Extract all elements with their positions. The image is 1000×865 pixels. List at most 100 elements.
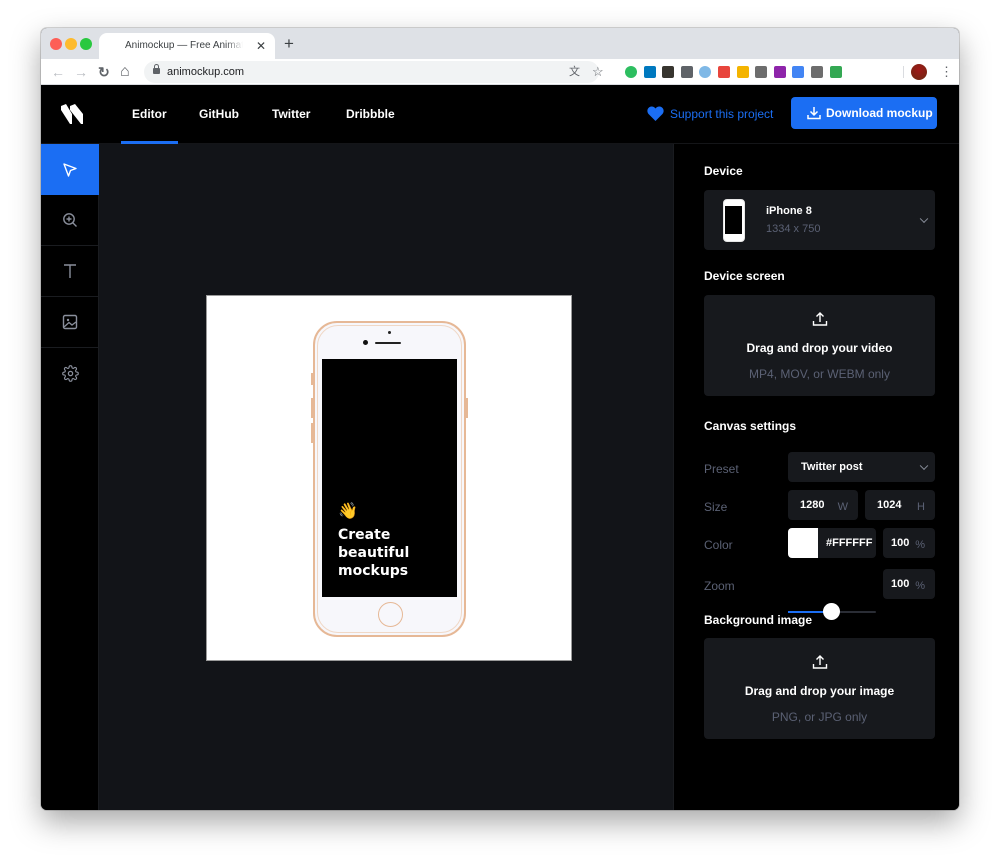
image-drop-formats: PNG, or JPG only bbox=[771, 710, 868, 724]
back-button[interactable]: ← bbox=[51, 62, 65, 82]
text-icon bbox=[64, 264, 76, 278]
google-translate-icon[interactable] bbox=[792, 66, 805, 78]
qr-code-icon[interactable] bbox=[755, 66, 768, 78]
nav-dribbble[interactable]: Dribbble bbox=[346, 85, 395, 144]
download-icon bbox=[807, 107, 821, 120]
upload-icon bbox=[812, 655, 828, 669]
pointer-icon bbox=[63, 162, 77, 177]
color-opacity-value: 100 bbox=[891, 537, 910, 549]
reload-button[interactable]: ↻ bbox=[98, 62, 110, 82]
tab-strip: Animockup — Free Animated Mockups ✕ + bbox=[41, 28, 959, 59]
toolbar-divider bbox=[903, 66, 904, 78]
nav-github[interactable]: GitHub bbox=[199, 85, 239, 144]
video-drop-title: Drag and drop your video bbox=[746, 341, 893, 355]
text-tool[interactable] bbox=[41, 246, 99, 297]
preset-value: Twitter post bbox=[801, 461, 863, 473]
percent-unit: % bbox=[915, 580, 925, 592]
video-drop-formats: MP4, MOV, or WEBM only bbox=[749, 367, 890, 381]
screen-line: Create bbox=[338, 527, 391, 543]
browser-window: Animockup — Free Animated Mockups ✕ + ← … bbox=[41, 28, 959, 810]
home-button[interactable]: ⌂ bbox=[120, 62, 130, 82]
xp-icon[interactable] bbox=[773, 66, 786, 78]
width-input[interactable]: 1280 W bbox=[788, 490, 858, 520]
iphone-mockup[interactable]: 👋 Create beautiful mockups bbox=[311, 321, 468, 637]
upload-icon bbox=[812, 312, 828, 326]
bookmark-star-icon[interactable]: ☆ bbox=[592, 61, 604, 83]
animockup-logo[interactable] bbox=[61, 104, 83, 124]
nav-editor[interactable]: Editor bbox=[121, 85, 178, 144]
new-tab-button[interactable]: + bbox=[284, 33, 294, 55]
phone-sensor bbox=[388, 331, 391, 334]
device-select[interactable]: iPhone 8 1334 x 750 bbox=[704, 190, 935, 250]
iphone-thumbnail-icon bbox=[723, 199, 745, 242]
tab-title: Animockup — Free Animated Mockups bbox=[125, 40, 243, 51]
heart-icon bbox=[647, 106, 664, 121]
mail-icon[interactable] bbox=[680, 66, 693, 78]
phone-speaker bbox=[375, 342, 401, 344]
profile-avatar[interactable] bbox=[911, 64, 927, 80]
select-tool[interactable] bbox=[41, 144, 99, 195]
canvas-settings-title: Canvas settings bbox=[704, 419, 797, 433]
height-unit: H bbox=[917, 501, 925, 513]
nav-twitter[interactable]: Twitter bbox=[272, 85, 310, 144]
screen-headline: Create beautiful mockups bbox=[338, 526, 448, 580]
app-header: Editor GitHub Twitter Dribbble Support t… bbox=[41, 85, 959, 144]
evernote-icon[interactable] bbox=[625, 66, 637, 78]
notion-icon[interactable] bbox=[662, 66, 675, 78]
waving-hand-emoji: 👋 bbox=[338, 503, 358, 520]
circle-extension-icon[interactable] bbox=[699, 66, 712, 78]
preset-label: Preset bbox=[704, 462, 739, 476]
url-text: animockup.com bbox=[167, 66, 245, 78]
home-button-icon bbox=[378, 602, 403, 627]
zoom-label: Zoom bbox=[704, 579, 735, 593]
support-link[interactable]: Support this project bbox=[647, 85, 773, 144]
zoom-tool[interactable] bbox=[41, 195, 99, 246]
tool-rail bbox=[41, 144, 99, 810]
image-drop-title: Drag and drop your image bbox=[744, 684, 895, 698]
video-dropzone[interactable]: Drag and drop your video MP4, MOV, or WE… bbox=[704, 295, 935, 396]
address-bar[interactable]: animockup.com 文 ☆ bbox=[144, 61, 604, 83]
zoom-value: 100 bbox=[891, 578, 910, 590]
more-extension-icon[interactable] bbox=[736, 66, 749, 78]
chevron-down-icon bbox=[919, 214, 929, 224]
preset-select[interactable]: Twitter post bbox=[788, 452, 935, 482]
download-mockup-button[interactable]: Download mockup bbox=[791, 97, 937, 129]
screen-line: mockups bbox=[338, 563, 409, 579]
image-icon bbox=[62, 314, 78, 330]
color-opacity-input[interactable]: 100 % bbox=[883, 528, 935, 558]
feather-icon[interactable] bbox=[718, 66, 730, 78]
screenshot-extension-icon[interactable] bbox=[811, 66, 823, 78]
image-tool[interactable] bbox=[41, 297, 99, 348]
close-window-button[interactable] bbox=[50, 38, 62, 50]
volume-down-button bbox=[311, 423, 313, 443]
power-button bbox=[466, 398, 468, 418]
browser-tab[interactable]: Animockup — Free Animated Mockups ✕ bbox=[99, 33, 275, 59]
maximize-window-button[interactable] bbox=[80, 38, 92, 50]
shield-check-icon[interactable] bbox=[829, 66, 842, 78]
volume-up-button bbox=[311, 398, 313, 418]
translate-icon[interactable]: 文 bbox=[569, 61, 580, 83]
settings-tool[interactable] bbox=[41, 348, 99, 399]
device-screen-section-title: Device screen bbox=[704, 269, 785, 283]
browser-menu-icon[interactable]: ⋮ bbox=[940, 63, 953, 81]
browser-toolbar: ← → ↻ ⌂ animockup.com 文 ☆ ⋮ bbox=[41, 59, 959, 85]
minimize-window-button[interactable] bbox=[65, 38, 77, 50]
image-dropzone[interactable]: Drag and drop your image PNG, or JPG onl… bbox=[704, 638, 935, 739]
height-input[interactable]: 1024 H bbox=[865, 490, 935, 520]
zoom-input[interactable]: 100 % bbox=[883, 569, 935, 599]
editor-stage: 👋 Create beautiful mockups bbox=[99, 144, 673, 810]
height-value: 1024 bbox=[877, 499, 902, 511]
forward-button[interactable]: → bbox=[74, 62, 88, 82]
gear-icon bbox=[61, 365, 79, 382]
trello-icon[interactable] bbox=[643, 66, 656, 78]
color-swatch[interactable] bbox=[788, 528, 818, 558]
zoom-in-icon bbox=[63, 213, 77, 227]
width-unit: W bbox=[837, 501, 848, 513]
color-hex: #FFFFFF bbox=[826, 537, 873, 549]
download-label: Download mockup bbox=[826, 106, 933, 120]
tab-close-icon[interactable]: ✕ bbox=[256, 33, 266, 59]
zoom-slider-thumb[interactable] bbox=[823, 603, 840, 620]
color-input[interactable]: #FFFFFF bbox=[788, 528, 876, 558]
device-section-title: Device bbox=[704, 164, 743, 178]
mockup-canvas[interactable]: 👋 Create beautiful mockups bbox=[206, 295, 572, 661]
